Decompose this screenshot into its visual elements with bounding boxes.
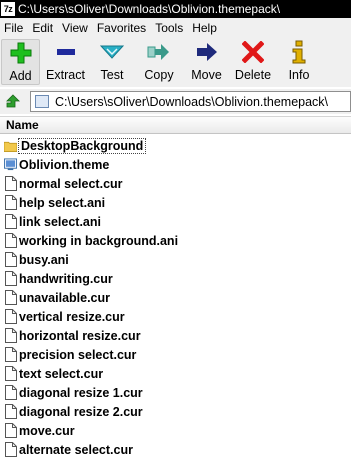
file-icon [4,442,17,458]
list-item[interactable]: DesktopBackground [0,136,147,155]
move-button[interactable]: Move [189,39,224,85]
move-label: Move [191,68,222,82]
list-item[interactable]: handwriting.cur [0,269,113,288]
copy-label: Copy [144,68,174,82]
title-bar: 7z C:\Users\sOliver\Downloads\Oblivion.t… [0,0,351,18]
file-icon [4,271,17,287]
list-item-name: help select.ani [19,195,106,210]
list-item[interactable]: diagonal resize 2.cur [0,402,143,421]
file-icon [4,195,17,211]
info-label: Info [288,68,310,82]
list-item[interactable]: move.cur [0,421,75,440]
add-button[interactable]: Add [1,39,40,85]
info-button[interactable]: Info [286,39,312,85]
file-icon [4,309,17,325]
file-icon [4,214,17,230]
address-bar: C:\Users\sOliver\Downloads\Oblivion.them… [0,89,351,114]
window-title: C:\Users\sOliver\Downloads\Oblivion.them… [18,2,281,16]
list-item-name: Oblivion.theme [19,157,110,172]
file-list: DesktopBackground Oblivion.theme normal se… [0,135,351,465]
info-icon [286,39,312,65]
list-item[interactable]: unavailable.cur [0,288,110,307]
list-item-name: move.cur [19,423,75,438]
menu-tools[interactable]: Tools [151,21,188,35]
file-icon [4,404,17,420]
file-icon [4,233,17,249]
file-icon [4,347,17,363]
extract-label: Extract [46,68,85,82]
delete-label: Delete [234,68,272,82]
list-item-name: alternate select.cur [19,442,133,457]
list-item-name: normal select.cur [19,176,123,191]
file-icon [4,176,17,192]
minus-icon [53,39,79,65]
list-item-name: unavailable.cur [19,290,111,305]
list-item[interactable]: working in background.ani [0,231,178,250]
folder-icon [4,138,17,154]
list-item[interactable]: link select.ani [0,212,101,231]
list-item-name: text select.cur [19,366,104,381]
list-item-name: working in background.ani [19,233,179,248]
move-arrow-icon [194,39,220,65]
file-icon [4,328,17,344]
file-icon [4,290,17,306]
test-button[interactable]: Test [96,39,128,85]
list-item[interactable]: alternate select.cur [0,440,133,459]
list-item-name: diagonal resize 2.cur [19,404,143,419]
folder-path-icon [35,95,49,108]
theme-file-icon [4,157,17,173]
column-name-header[interactable]: Name [6,118,39,132]
path-text: C:\Users\sOliver\Downloads\Oblivion.them… [55,94,329,109]
list-header: Name [0,116,351,134]
up-arrow-icon [6,93,20,107]
list-item[interactable]: help select.ani [0,193,105,212]
add-label: Add [9,69,32,83]
menu-view[interactable]: View [58,21,93,35]
list-item[interactable]: normal select.cur [0,174,123,193]
test-label: Test [100,68,124,82]
toolbar: Add Extract Test Copy Move Delete Info [0,37,351,87]
file-icon [4,252,17,268]
list-item[interactable]: precision select.cur [0,345,136,364]
list-item[interactable]: horizontal resize.cur [0,326,141,345]
list-item-name: precision select.cur [19,347,137,362]
list-item-name: horizontal resize.cur [19,328,141,343]
plus-icon [8,40,34,66]
delete-button[interactable]: Delete [233,39,273,85]
menu-file[interactable]: File [0,21,28,35]
list-item-name: DesktopBackground [17,137,147,154]
path-field[interactable]: C:\Users\sOliver\Downloads\Oblivion.them… [30,91,351,112]
menu-favorites[interactable]: Favorites [93,21,151,35]
menu-edit[interactable]: Edit [28,21,58,35]
list-item-name: diagonal resize 1.cur [19,385,143,400]
copy-button[interactable]: Copy [142,39,176,85]
copy-arrow-icon [146,39,172,65]
menu-help[interactable]: Help [188,21,222,35]
list-item[interactable]: vertical resize.cur [0,307,125,326]
up-folder-button[interactable] [2,91,24,113]
menu-bar: File Edit View Favorites Tools Help [0,18,351,37]
list-item[interactable]: text select.cur [0,364,103,383]
list-item[interactable]: diagonal resize 1.cur [0,383,143,402]
list-item[interactable]: Oblivion.theme [0,155,109,174]
list-item[interactable]: busy.ani [0,250,69,269]
check-down-icon [99,39,125,65]
extract-button[interactable]: Extract [44,39,87,85]
file-icon [4,423,17,439]
delete-x-icon [240,39,266,65]
list-item-name: busy.ani [19,252,69,267]
file-icon [4,385,17,401]
list-item-name: link select.ani [19,214,101,229]
list-item-name: handwriting.cur [19,271,113,286]
file-icon [4,366,17,382]
list-item-name: vertical resize.cur [19,309,125,324]
app-icon: 7z [1,2,15,16]
